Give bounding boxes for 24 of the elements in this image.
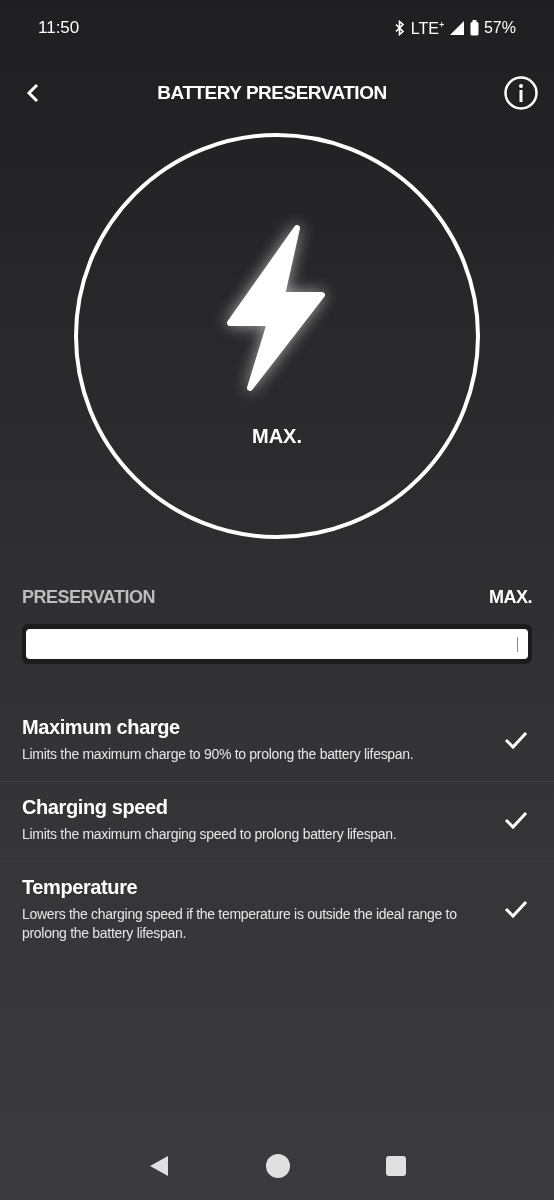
option-description: Lowers the charging speed if the temperature is outside the ideal range to prolong the battery lifespan.	[22, 905, 458, 942]
signal-icon	[448, 20, 465, 36]
back-button[interactable]	[26, 83, 40, 103]
info-button[interactable]	[504, 76, 538, 110]
preservation-slider[interactable]	[22, 624, 532, 664]
option-title: Temperature	[22, 876, 139, 900]
back-nav-icon[interactable]	[148, 1155, 170, 1177]
battery-icon	[469, 20, 479, 36]
bluetooth-icon	[393, 20, 406, 36]
checkmark-icon[interactable]	[504, 899, 528, 920]
status-time: 11:50	[38, 18, 80, 38]
option-title: Maximum charge	[22, 716, 181, 739]
option-title: Charging speed	[22, 796, 169, 820]
preservation-value: MAX.	[489, 587, 532, 608]
battery-percent: 57%	[483, 19, 516, 37]
home-nav-icon[interactable]	[266, 1154, 290, 1178]
page-title: BATTERY PRESERVATION	[157, 82, 387, 104]
checkmark-icon[interactable]	[504, 729, 528, 750]
preservation-label: PRESERVATION	[22, 587, 156, 608]
dial-label: MAX.	[252, 425, 302, 448]
checkmark-icon[interactable]	[504, 809, 528, 830]
network-label: LTE⁺	[410, 19, 444, 39]
option-description: Limits the maximum charging speed to prolong battery lifespan.	[22, 825, 398, 844]
option-description: Limits the maximum charge to 90% to prolong the battery lifespan.	[22, 745, 415, 764]
